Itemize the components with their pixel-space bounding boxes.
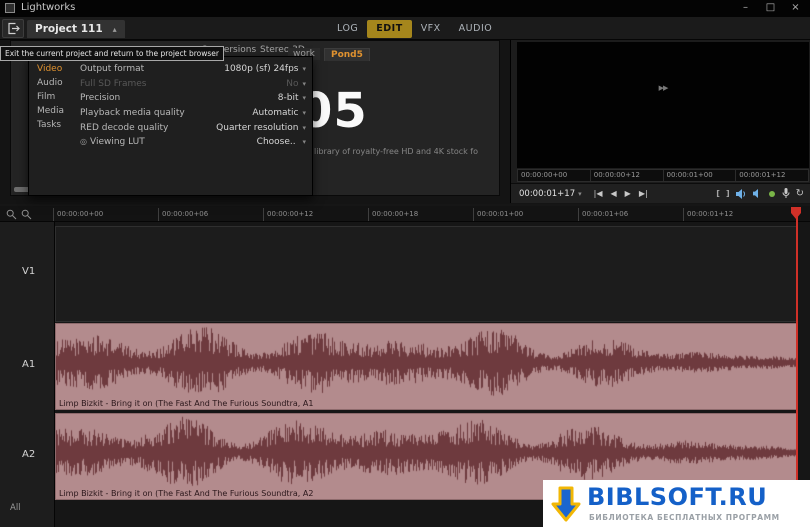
setting-playback-quality[interactable]: Playback media quality Automatic	[76, 106, 312, 121]
project-tab-label: Project 111	[35, 23, 103, 35]
download-arrow-icon	[550, 485, 582, 523]
setting-red-decode[interactable]: RED decode quality Quarter resolution	[76, 120, 312, 135]
settings-menu: Video Audio Film Media Tasks	[29, 62, 76, 132]
tab-audio[interactable]: AUDIO	[450, 20, 502, 38]
settings-rows: Output format 1080p (sf) 24fps Full SD F…	[76, 62, 312, 150]
project-tab[interactable]: Project 111 ▴	[27, 20, 125, 38]
mic-icon[interactable]	[782, 188, 790, 199]
tab-log[interactable]: LOG	[328, 20, 367, 38]
exit-icon	[7, 22, 20, 35]
video-viewport[interactable]: ▶▶	[517, 42, 809, 168]
ruler-label: 00:00:00+06	[162, 210, 208, 218]
settings-menu-film[interactable]: Film	[29, 90, 76, 104]
pond5-description: library of royalty-free HD and 4K stock …	[314, 147, 500, 156]
step-back-icon[interactable]: ◀	[611, 189, 617, 198]
setting-precision[interactable]: Precision 8-bit	[76, 91, 312, 106]
setting-output-format[interactable]: Output format 1080p (sf) 24fps	[76, 62, 312, 77]
speaker-icon[interactable]	[736, 189, 747, 199]
current-timecode[interactable]: 00:00:01+17	[519, 189, 582, 199]
track-label-a2[interactable]: A2	[22, 449, 35, 460]
clip-name-a2: Limp Bizkit - Bring it on (The Fast And …	[59, 489, 313, 498]
app-logo-icon	[5, 3, 15, 13]
ruler-label: 00:00:00+12	[267, 210, 313, 218]
app-title: Lightworks	[21, 2, 75, 13]
ruler-label: 00:00:01+00	[477, 210, 523, 218]
tooltip: Exit the current project and return to t…	[0, 46, 224, 61]
video-clip[interactable]	[55, 226, 798, 322]
track-label-a1[interactable]: A1	[22, 359, 35, 370]
tab-vfx[interactable]: VFX	[412, 20, 450, 38]
timeline: 00:00:00+00 00:00:00+06 00:00:00+12 00:0…	[0, 204, 810, 527]
menubar: Project 111 ▴ LOG EDIT VFX AUDIO	[0, 17, 810, 40]
viewing-lut-icon: ◎	[80, 137, 87, 146]
playhead-marker-icon[interactable]	[790, 206, 802, 220]
settings-panel: Video Audio Film Media Tasks Output form…	[28, 56, 313, 196]
maximize-button[interactable]: □	[758, 0, 783, 17]
tab-edit[interactable]: EDIT	[367, 20, 411, 38]
settings-menu-tasks[interactable]: Tasks	[29, 118, 76, 132]
play-indicator-icon: ▶▶	[659, 84, 668, 92]
audio-waveform	[56, 324, 797, 409]
watermark: BIBLSOFT.RU БИБЛИОТЕКА БЕСПЛАТНЫХ ПРОГРА…	[543, 480, 810, 527]
skip-start-icon[interactable]: |◀	[594, 189, 603, 198]
watermark-subtitle: БИБЛИОТЕКА БЕСПЛАТНЫХ ПРОГРАММ	[589, 513, 780, 522]
mark-timecode: 00:00:01+12	[736, 169, 809, 182]
skip-end-icon[interactable]: ▶|	[639, 189, 648, 198]
transport-bar: 00:00:01+17 |◀ ◀ ▶ ▶| [ ] ↻	[511, 183, 810, 203]
exit-project-button[interactable]	[2, 19, 24, 38]
titlebar: Lightworks – □ ×	[0, 0, 810, 17]
settings-menu-audio[interactable]: Audio	[29, 76, 76, 90]
viewer-panel: ▶▶ 00:00:00+00 00:00:00+12 00:00:01+00 0…	[510, 40, 810, 203]
settings-menu-media[interactable]: Media	[29, 104, 76, 118]
playhead-line[interactable]	[796, 207, 798, 500]
audio-monitor-icon[interactable]	[753, 189, 762, 198]
setting-viewing-lut[interactable]: ◎Viewing LUT Choose..	[76, 135, 312, 150]
play-icon[interactable]: ▶	[625, 189, 631, 198]
mark-out-icon[interactable]: ]	[726, 189, 730, 198]
track-label-all[interactable]: All	[10, 503, 21, 513]
zoom-out-icon[interactable]	[21, 209, 32, 220]
mark-timecode: 00:00:00+00	[517, 169, 591, 182]
ruler-label: 00:00:01+06	[582, 210, 628, 218]
browser-tab-pond5[interactable]: Pond5	[324, 48, 370, 61]
project-menu-arrow-icon[interactable]: ▴	[113, 25, 117, 34]
timeline-ruler[interactable]: 00:00:00+00 00:00:00+06 00:00:00+12 00:0…	[0, 206, 810, 222]
lightworks-window: Lightworks – □ × Project 111 ▴ LOG EDIT …	[0, 0, 810, 527]
mark-timecode: 00:00:00+12	[591, 169, 664, 182]
minimize-button[interactable]: –	[733, 0, 758, 17]
clip-name-a1: Limp Bizkit - Bring it on (The Fast And …	[59, 399, 313, 408]
settings-menu-video[interactable]: Video	[29, 62, 76, 76]
track-label-v1[interactable]: V1	[22, 266, 35, 277]
watermark-site-name: BIBLSOFT.RU	[587, 483, 767, 511]
mark-timecode: 00:00:01+00	[664, 169, 737, 182]
ruler-label: 00:00:00+00	[57, 210, 103, 218]
status-lamp-icon	[768, 190, 776, 198]
ruler-label: 00:00:00+18	[372, 210, 418, 218]
zoom-in-icon[interactable]	[6, 209, 17, 220]
mark-in-icon[interactable]: [	[716, 189, 720, 198]
close-button[interactable]: ×	[783, 0, 808, 17]
audio-clip-a1[interactable]: Limp Bizkit - Bring it on (The Fast And …	[55, 323, 798, 410]
main-tabs: LOG EDIT VFX AUDIO	[328, 20, 501, 38]
loop-icon[interactable]: ↻	[796, 188, 804, 199]
setting-full-sd-frames: Full SD Frames No	[76, 77, 312, 92]
ruler-label: 00:00:01+12	[687, 210, 733, 218]
mark-timecodes: 00:00:00+00 00:00:00+12 00:00:01+00 00:0…	[517, 169, 809, 182]
